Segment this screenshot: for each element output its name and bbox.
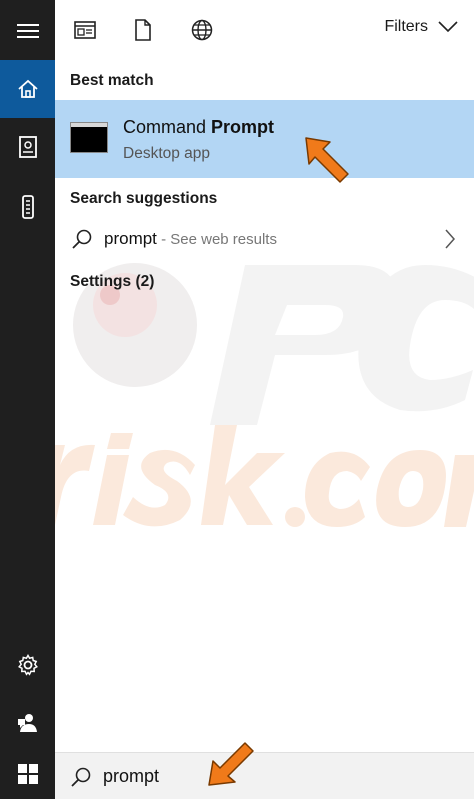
documents-icon[interactable] [129,16,157,44]
home-icon[interactable] [0,60,55,118]
search-results-panel: Best match Command Prompt Desktop app Se… [55,60,474,752]
search-icon [72,229,92,249]
suggestion-text: prompt - See web results [104,229,277,248]
app-type-label: Desktop app [123,145,211,162]
search-box [55,752,474,799]
notebook-icon[interactable] [0,118,55,176]
windows-start-icon[interactable] [0,745,55,799]
web-icon[interactable] [188,16,216,44]
search-filter-bar: Filters [55,0,474,60]
filters-dropdown[interactable]: Filters [384,18,458,36]
chevron-down-icon [438,21,458,33]
web-search-suggestion[interactable]: prompt - See web results [55,218,474,260]
settings-heading[interactable]: Settings (2) [70,273,154,291]
filters-label: Filters [384,18,428,35]
chevron-right-icon [445,229,456,249]
hamburger-menu-icon[interactable] [0,2,55,60]
search-suggestions-heading: Search suggestions [70,190,218,207]
feedback-icon[interactable] [0,694,55,752]
command-prompt-app-icon [70,122,108,153]
search-icon [71,767,91,787]
apps-icon[interactable] [71,16,99,44]
app-name: Command Prompt [123,117,275,137]
best-match-result[interactable]: Command Prompt Desktop app [55,100,474,178]
best-match-heading: Best match [70,72,154,89]
device-icon[interactable] [0,178,55,236]
left-rail [0,0,55,799]
settings-icon[interactable] [0,636,55,694]
search-input[interactable] [103,763,433,789]
